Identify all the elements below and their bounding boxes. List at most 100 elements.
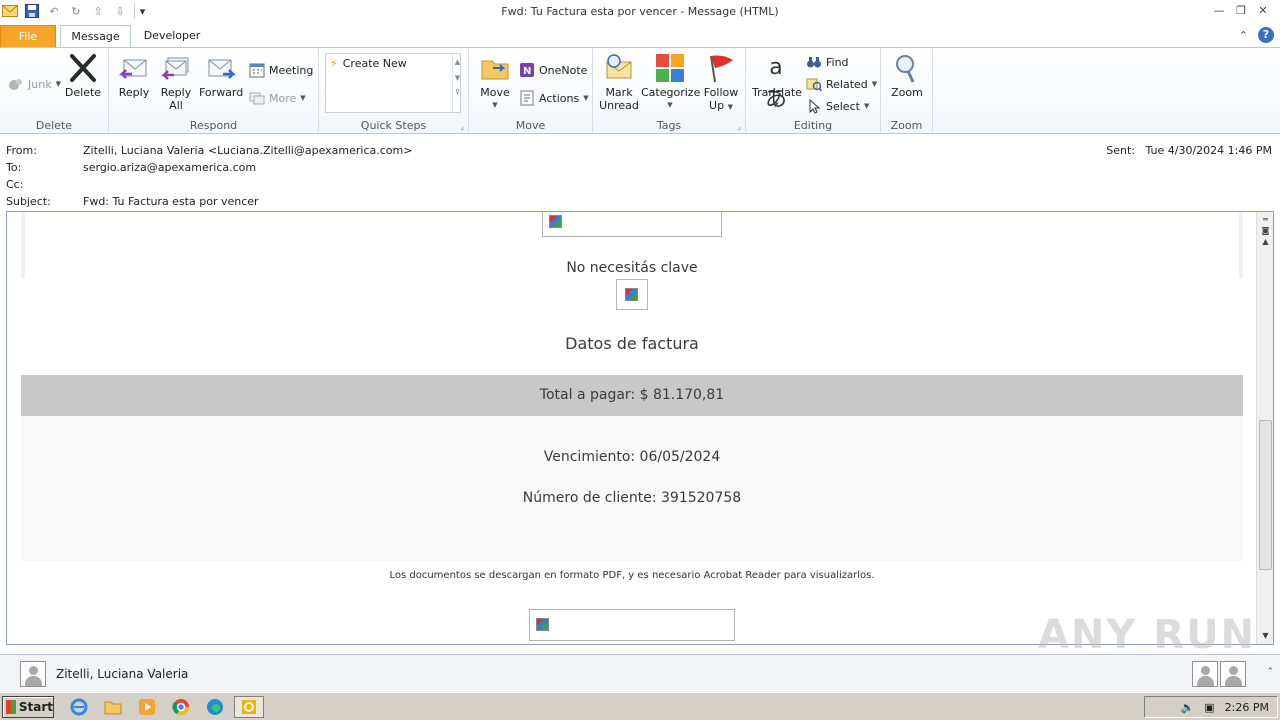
follow-up-button[interactable]: Follow Up ▼: [701, 52, 741, 114]
create-new-quick-step[interactable]: ⚡ Create New: [330, 57, 407, 70]
junk-icon: [8, 76, 24, 92]
broken-image: [542, 212, 722, 237]
related-button[interactable]: Related ▼: [806, 74, 877, 94]
delete-button[interactable]: Delete: [64, 52, 102, 99]
group-label-move: Move: [515, 119, 546, 132]
calendar-icon: [249, 62, 265, 78]
group-editing: aあ Translate ▼ Find Related ▼ Select ▼ E…: [746, 48, 881, 134]
media-player-icon[interactable]: [138, 698, 156, 716]
reply-icon: [118, 52, 150, 84]
dialog-launcher-icon[interactable]: ⌟: [737, 122, 741, 131]
more-icon: [249, 90, 265, 106]
flag-icon: [705, 52, 737, 84]
chevron-down-icon: ▼: [492, 101, 498, 109]
more-respond-button[interactable]: More ▼: [249, 88, 306, 108]
scroll-up-icon[interactable]: ▲: [1260, 236, 1271, 247]
edge-icon[interactable]: [206, 698, 224, 716]
outlook-taskbar-button[interactable]: [234, 696, 264, 718]
group-delete: Junk ▼ Delete Delete: [0, 48, 109, 134]
scroll-down-icon[interactable]: ▼: [1260, 630, 1271, 641]
actions-icon: [519, 90, 535, 106]
body-scrollbar[interactable]: ═ ◙ ▲ ▼: [1256, 212, 1273, 644]
start-button[interactable]: Start: [2, 696, 54, 718]
file-explorer-icon[interactable]: [104, 698, 122, 716]
categorize-button[interactable]: Categorize ▼: [641, 52, 700, 112]
avatar[interactable]: [1220, 661, 1246, 687]
find-button[interactable]: Find: [806, 52, 849, 72]
avatar[interactable]: [20, 661, 46, 687]
junk-button[interactable]: Junk ▼: [8, 74, 61, 94]
chevron-down-icon: ▼: [727, 103, 733, 111]
sent-info: Sent: Tue 4/30/2024 1:46 PM: [1106, 144, 1272, 157]
help-scroll-icon[interactable]: ◙: [1260, 225, 1271, 236]
forward-icon: [205, 52, 237, 84]
people-pane-name[interactable]: Zitelli, Luciana Valeria: [56, 667, 188, 681]
sent-label: Sent:: [1106, 144, 1135, 157]
translate-button[interactable]: aあ Translate ▼: [752, 52, 802, 112]
scroll-up-icon[interactable]: ▲: [453, 58, 462, 66]
quick-steps-gallery: ⚡ Create New ▲ ▼ ⊽: [325, 53, 461, 113]
scroll-split-icon[interactable]: ═: [1260, 214, 1271, 225]
quick-steps-scroll[interactable]: ▲ ▼ ⊽: [452, 54, 462, 112]
move-button[interactable]: Move ▼: [477, 52, 513, 112]
reply-all-button[interactable]: Reply All: [157, 52, 195, 112]
meeting-button[interactable]: Meeting: [249, 60, 313, 80]
categorize-icon: [654, 52, 686, 84]
minimize-icon[interactable]: —: [1210, 2, 1228, 18]
message-body: No necesitás clave Datos de factura Tota…: [21, 212, 1243, 644]
chrome-icon[interactable]: [172, 698, 190, 716]
volume-icon[interactable]: 🔈: [1181, 701, 1195, 714]
tab-message[interactable]: Message: [60, 25, 131, 48]
from-value[interactable]: Zitelli, Luciana Valeria <Luciana.Zitell…: [83, 144, 412, 157]
watermark: ANY RUN: [1038, 612, 1257, 658]
mark-unread-button[interactable]: Mark Unread: [597, 52, 641, 112]
group-tags: Mark Unread Categorize ▼ Follow Up ▼ Tag…: [593, 48, 746, 134]
numero-cliente-text: Número de cliente: 391520758: [522, 490, 742, 506]
avatar[interactable]: [1192, 661, 1218, 687]
tab-developer[interactable]: Developer: [134, 25, 210, 48]
chevron-down-icon: ▼: [300, 94, 306, 102]
invoice-details-panel: Vencimiento: 06/05/2024 Número de client…: [21, 416, 1243, 561]
broken-image-icon: [549, 215, 562, 228]
magnifier-icon: [891, 52, 923, 84]
reply-button[interactable]: Reply: [115, 52, 153, 99]
chevron-down-icon: ▼: [55, 80, 61, 88]
dialog-launcher-icon[interactable]: ⌟: [460, 122, 464, 131]
group-label-delete: Delete: [35, 119, 73, 132]
mark-unread-icon: [603, 52, 635, 84]
expand-people-pane-icon[interactable]: ⌃: [1266, 667, 1274, 677]
zoom-button[interactable]: Zoom: [887, 52, 927, 99]
restore-icon[interactable]: ❐: [1232, 2, 1250, 18]
subject-label: Subject:: [6, 195, 51, 208]
tab-file[interactable]: File: [0, 25, 56, 48]
total-a-pagar: Total a pagar: $ 81.170,81: [539, 387, 725, 403]
collapse-ribbon-icon[interactable]: ⌃: [1239, 29, 1248, 42]
expand-gallery-icon[interactable]: ⊽: [453, 88, 462, 96]
actions-button[interactable]: Actions ▼: [519, 88, 589, 108]
delete-x-icon: [67, 52, 99, 84]
scroll-down-icon[interactable]: ▼: [453, 74, 462, 82]
onenote-button[interactable]: N OneNote: [519, 60, 587, 80]
close-icon[interactable]: ✕: [1254, 2, 1272, 18]
total-bar: Total a pagar: $ 81.170,81: [21, 375, 1243, 416]
chevron-down-icon: ▼: [871, 80, 878, 88]
help-icon[interactable]: ?: [1258, 27, 1274, 43]
group-respond: Reply Reply All Forward Meeting More ▼ R…: [109, 48, 319, 134]
lightning-icon: ⚡: [330, 57, 338, 70]
internet-explorer-icon[interactable]: [70, 698, 88, 716]
cursor-icon: [806, 98, 822, 114]
forward-button[interactable]: Forward: [199, 52, 243, 99]
group-label-quick-steps: Quick Steps: [360, 119, 427, 132]
onenote-icon: N: [519, 62, 535, 78]
select-button[interactable]: Select ▼: [806, 96, 869, 116]
to-value[interactable]: sergio.ariza@apexamerica.com: [83, 161, 256, 174]
people-pane: Zitelli, Luciana Valeria ⌃: [0, 654, 1280, 692]
chevron-down-icon: ▼: [773, 101, 779, 109]
group-label-respond: Respond: [189, 119, 238, 132]
network-icon[interactable]: ▣: [1204, 701, 1214, 714]
scroll-thumb[interactable]: [1259, 420, 1272, 570]
window-title: Fwd: Tu Factura esta por vencer - Messag…: [501, 5, 779, 18]
clock[interactable]: 2:26 PM: [1225, 701, 1269, 714]
broken-image-icon: [536, 618, 549, 631]
taskbar: Start 🔈 ▣ 2:26 PM: [0, 692, 1280, 720]
